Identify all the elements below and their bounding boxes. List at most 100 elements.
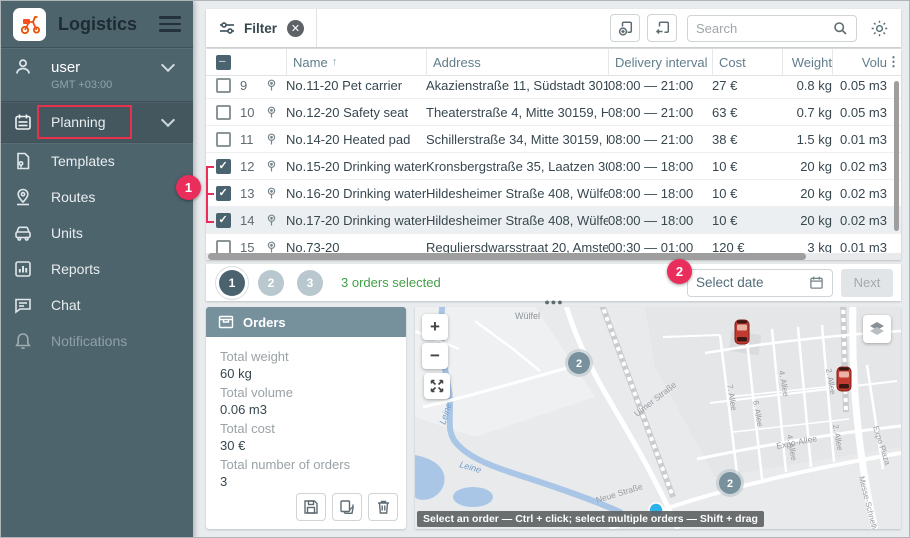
user-block[interactable]: user GMT +03:00 (1, 48, 193, 101)
table-header-row: Name↑ Address Delivery interval Cost Wei… (206, 49, 901, 76)
sidebar-item-label: Planning (51, 114, 163, 130)
column-header-volume[interactable]: Volu (832, 49, 887, 76)
order-weight: 20 kg (782, 159, 832, 174)
horizontal-scrollbar[interactable] (208, 253, 806, 260)
sidebar-item-label: Notifications (51, 333, 181, 349)
table-row[interactable]: 10 No.12-20 Safety seat Theaterstraße 4,… (206, 99, 901, 126)
sidebar-item-label: Units (51, 225, 181, 241)
app-window: Logistics user GMT +03:00 Planning (0, 0, 910, 538)
row-checkbox[interactable] (216, 213, 231, 228)
routes-icon (13, 187, 33, 207)
clear-filter-icon[interactable]: ✕ (287, 20, 304, 37)
fullscreen-button[interactable] (424, 373, 450, 399)
table-row[interactable]: 11 No.14-20 Heated pad Schillerstraße 34… (206, 126, 901, 153)
orders-selected-text: 3 orders selected (341, 275, 687, 290)
table-row[interactable]: 14 No.17-20 Drinking water co… Hildeshei… (206, 207, 901, 234)
row-number: 13 (240, 186, 266, 201)
row-checkbox[interactable] (216, 132, 231, 147)
select-date-input[interactable]: Select date (687, 269, 833, 297)
delete-button[interactable] (368, 493, 398, 521)
user-timezone: GMT +03:00 (51, 79, 181, 91)
order-weight: 0.8 kg (782, 78, 832, 93)
vehicle-marker[interactable] (735, 320, 749, 344)
column-header-name[interactable]: Name↑ (286, 49, 426, 76)
map[interactable]: Wülfel Leine Leine Ulmer Straße 7. Allee… (415, 307, 901, 529)
table-body: 9 No.11-20 Pet carrier Akazienstraße 11,… (206, 72, 901, 260)
next-button[interactable]: Next (841, 269, 893, 297)
sidebar-item-routes[interactable]: Routes (1, 179, 193, 215)
splitter-handle[interactable]: ●●● (541, 297, 567, 307)
vehicle-marker[interactable] (837, 367, 851, 391)
row-checkbox[interactable] (216, 78, 231, 93)
search-icon (833, 21, 848, 36)
order-interval: 08:00 — 18:00 (608, 159, 712, 174)
orders-table: Name↑ Address Delivery interval Cost Wei… (206, 49, 901, 260)
column-header-cost[interactable]: Cost (712, 49, 782, 76)
layers-button[interactable] (863, 315, 891, 343)
search-input[interactable] (696, 21, 833, 36)
vertical-scrollbar[interactable] (894, 81, 899, 231)
wizard-step-3[interactable]: 3 (297, 270, 323, 296)
column-header-address[interactable]: Address (426, 49, 608, 76)
order-address: Hildesheimer Straße 408, Wülfel 30… (426, 186, 608, 201)
order-interval: 08:00 — 21:00 (608, 132, 712, 147)
total-weight-value: 60 kg (220, 366, 392, 381)
menu-icon[interactable] (159, 12, 181, 36)
sidebar-item-label: Routes (51, 189, 181, 205)
sidebar-item-units[interactable]: Units (1, 215, 193, 251)
table-row[interactable]: 12 No.15-20 Drinking water Kronsbergstra… (206, 153, 901, 180)
order-weight: 1.5 kg (782, 132, 832, 147)
column-header-interval[interactable]: Delivery interval (608, 49, 712, 76)
table-row[interactable]: 9 No.11-20 Pet carrier Akazienstraße 11,… (206, 72, 901, 99)
row-checkbox[interactable] (216, 105, 231, 120)
sidebar: Logistics user GMT +03:00 Planning (1, 1, 193, 538)
row-checkbox[interactable] (216, 186, 231, 201)
map-hint: Select an order — Ctrl + click; select m… (417, 511, 764, 527)
sidebar-item-chat[interactable]: Chat (1, 287, 193, 323)
add-order-button[interactable] (610, 14, 640, 42)
chevron-down-icon (161, 113, 175, 127)
order-interval: 08:00 — 18:00 (608, 186, 712, 201)
sidebar-item-notifications[interactable]: Notifications (1, 323, 193, 359)
zoom-out-button[interactable]: − (422, 343, 448, 369)
select-all-checkbox[interactable] (216, 55, 231, 70)
order-address: Akazienstraße 11, Südstadt 30169, … (426, 78, 608, 93)
order-name: No.14-20 Heated pad (286, 132, 426, 147)
sidebar-item-reports[interactable]: Reports (1, 251, 193, 287)
sidebar-item-templates[interactable]: Templates (1, 143, 193, 179)
trash-icon (376, 499, 391, 515)
annotation-badge-1: 1 (176, 175, 201, 200)
order-address: Schillerstraße 34, Mitte 30159, Han… (426, 132, 608, 147)
column-header-weight[interactable]: Weight (782, 49, 832, 76)
copy-button[interactable] (332, 493, 362, 521)
layers-icon (868, 320, 886, 338)
order-cluster-marker[interactable]: 2 (716, 469, 744, 497)
gear-icon[interactable] (870, 19, 889, 38)
wizard-step-1[interactable]: 1 (219, 270, 245, 296)
order-cost: 38 € (712, 132, 782, 147)
wizard-step-2[interactable]: 2 (258, 270, 284, 296)
order-cluster-marker[interactable]: 2 (565, 349, 593, 377)
save-button[interactable] (296, 493, 326, 521)
user-name: user (51, 59, 163, 76)
import-orders-button[interactable] (647, 14, 677, 42)
sidebar-item-planning[interactable]: Planning (1, 102, 193, 142)
reports-icon (13, 259, 33, 279)
save-icon (303, 499, 319, 515)
order-name: No.15-20 Drinking water (286, 159, 426, 174)
location-pin-icon (266, 187, 277, 200)
orders-box-icon (218, 315, 234, 329)
location-pin-icon (266, 79, 277, 92)
filter-chip[interactable]: Filter ✕ (206, 9, 316, 47)
order-cost: 10 € (712, 159, 782, 174)
table-row[interactable]: 13 No.16-20 Drinking water Hildesheimer … (206, 180, 901, 207)
order-volume: 0.01 m3 (832, 132, 887, 147)
order-name: No.16-20 Drinking water (286, 186, 426, 201)
order-interval: 08:00 — 21:00 (608, 78, 712, 93)
sidebar-item-label: Chat (51, 297, 181, 313)
row-checkbox[interactable] (216, 159, 231, 174)
column-menu-icon[interactable]: ⋮ (887, 49, 901, 76)
zoom-in-button[interactable]: + (422, 314, 448, 340)
sort-asc-icon: ↑ (332, 56, 338, 68)
row-number: 11 (240, 132, 266, 147)
